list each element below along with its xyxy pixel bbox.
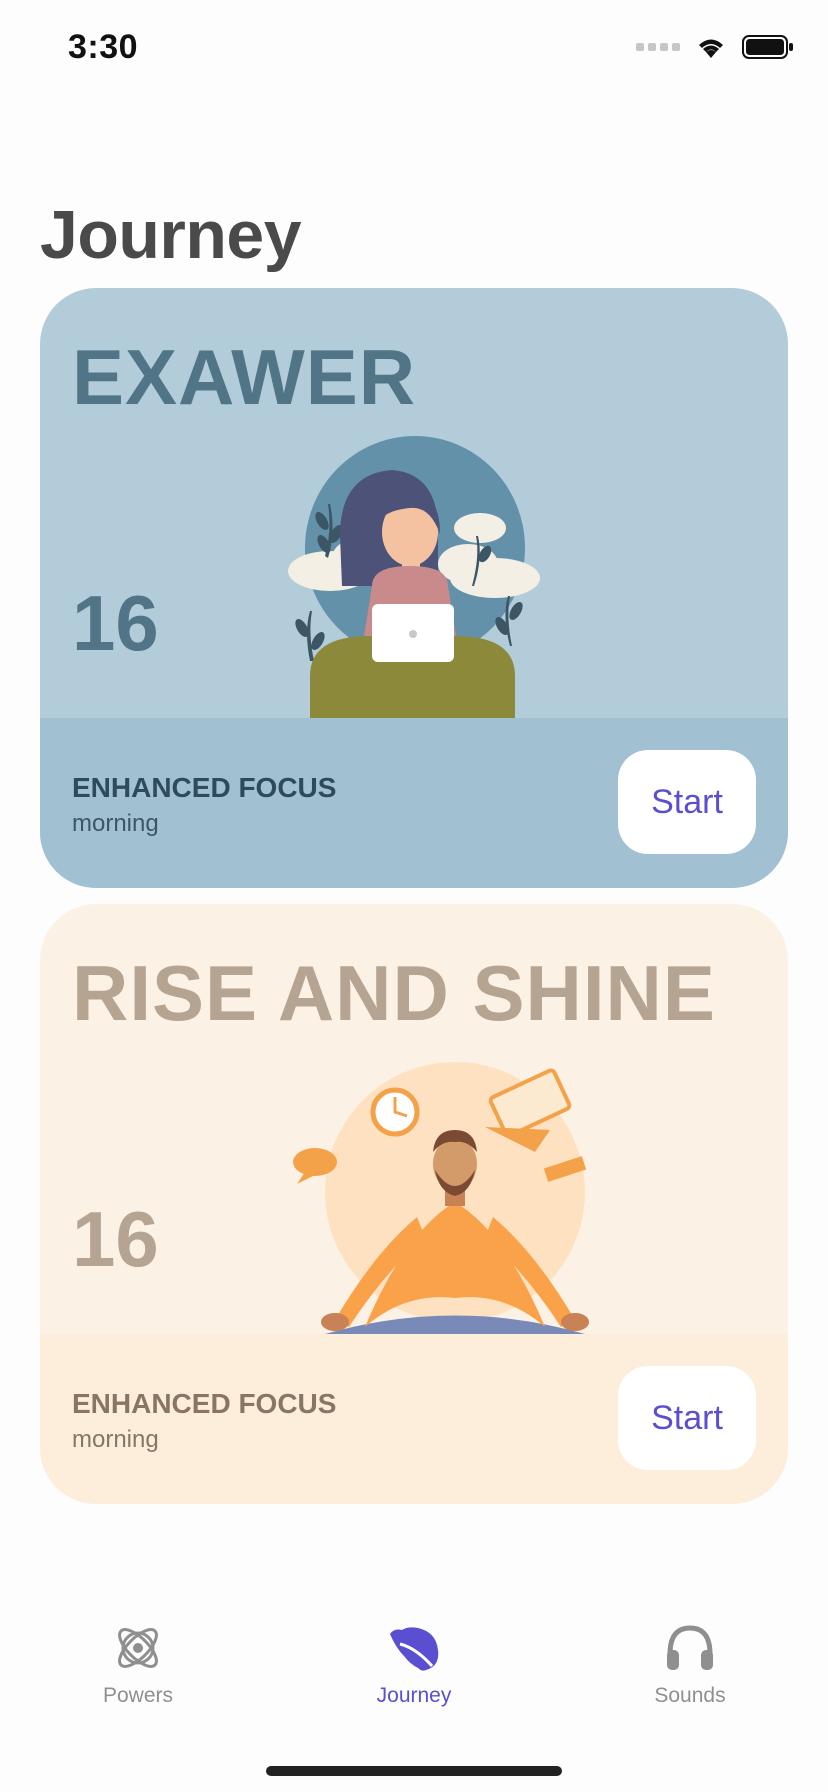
tab-label: Sounds <box>654 1684 726 1707</box>
card-footer: ENHANCED FOCUS morning Start <box>40 718 788 888</box>
tab-label: Powers <box>102 1684 174 1707</box>
card-time-of-day: morning <box>72 1426 159 1453</box>
tab-label: Journey <box>376 1684 452 1707</box>
leaf-icon <box>390 1627 439 1671</box>
cellular-signal-icon <box>636 43 680 51</box>
headphones-icon <box>667 1625 713 1670</box>
journey-card-rise-and-shine[interactable]: RISE AND SHINE 16 ENHANCED FOCUS morning… <box>40 904 788 1504</box>
tab-bar: Powers Journey Sounds <box>0 1620 828 1740</box>
card-time-of-day: morning <box>72 810 159 837</box>
wifi-icon <box>699 39 723 58</box>
status-time: 3:30 <box>68 28 139 66</box>
tab-journey[interactable]: Journey <box>334 1620 494 1708</box>
page-title: Journey <box>40 197 302 273</box>
status-icons <box>636 34 794 60</box>
card-subtitle: ENHANCED FOCUS <box>72 772 337 803</box>
card-footer: ENHANCED FOCUS morning Start <box>40 1334 788 1504</box>
atom-icon <box>118 1628 158 1668</box>
tab-powers[interactable]: Powers <box>58 1620 218 1708</box>
start-button[interactable]: Start <box>618 1366 756 1470</box>
card-title: RISE AND SHINE <box>72 949 716 1037</box>
card-count: 16 <box>72 1195 159 1283</box>
card-count: 16 <box>72 579 159 667</box>
tab-sounds[interactable]: Sounds <box>610 1620 770 1708</box>
meditating-woman-illustration <box>288 436 540 718</box>
home-indicator[interactable] <box>266 1766 562 1776</box>
status-bar: 3:30 <box>0 0 828 100</box>
card-subtitle: ENHANCED FOCUS <box>72 1388 337 1419</box>
start-button[interactable]: Start <box>618 750 756 854</box>
meditating-man-illustration <box>293 1062 589 1334</box>
journey-card-exawer[interactable]: EXAWER 16 ENHANCED FOCUS morning Start <box>40 288 788 888</box>
battery-icon <box>742 35 793 59</box>
card-title: EXAWER <box>72 333 417 421</box>
